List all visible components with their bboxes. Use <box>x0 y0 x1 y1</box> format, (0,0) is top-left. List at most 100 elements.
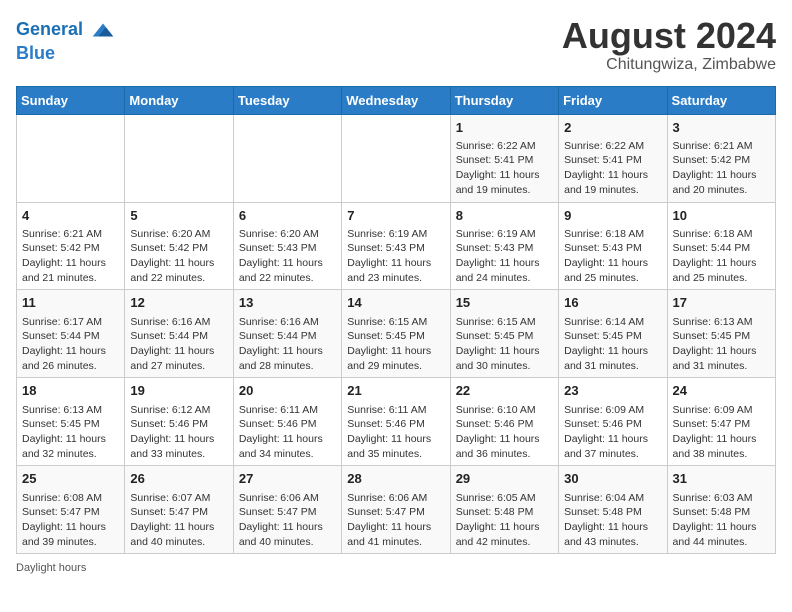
day-cell: 17 Sunrise: 6:13 AM Sunset: 5:45 PM Dayli… <box>667 290 775 378</box>
day-number: 8 <box>456 207 553 225</box>
day-cell: 5 Sunrise: 6:20 AM Sunset: 5:42 PM Daylig… <box>125 202 233 290</box>
day-number: 3 <box>673 119 770 137</box>
header-cell-friday: Friday <box>559 86 667 114</box>
day-cell: 27 Sunrise: 6:06 AM Sunset: 5:47 PM Dayli… <box>233 466 341 554</box>
day-number: 18 <box>22 382 119 400</box>
header-cell-tuesday: Tuesday <box>233 86 341 114</box>
day-cell: 25 Sunrise: 6:08 AM Sunset: 5:47 PM Dayli… <box>17 466 125 554</box>
day-info: Sunrise: 6:13 AM Sunset: 5:45 PM Dayligh… <box>673 315 770 374</box>
footer-text: Daylight hours <box>16 562 86 574</box>
day-number: 29 <box>456 470 553 488</box>
day-info: Sunrise: 6:09 AM Sunset: 5:47 PM Dayligh… <box>673 403 770 462</box>
week-row-1: 1 Sunrise: 6:22 AM Sunset: 5:41 PM Daylig… <box>17 114 776 202</box>
day-info: Sunrise: 6:13 AM Sunset: 5:45 PM Dayligh… <box>22 403 119 462</box>
day-info: Sunrise: 6:20 AM Sunset: 5:43 PM Dayligh… <box>239 227 336 286</box>
day-info: Sunrise: 6:21 AM Sunset: 5:42 PM Dayligh… <box>673 139 770 198</box>
week-row-4: 18 Sunrise: 6:13 AM Sunset: 5:45 PM Dayli… <box>17 378 776 466</box>
day-info: Sunrise: 6:09 AM Sunset: 5:46 PM Dayligh… <box>564 403 661 462</box>
day-info: Sunrise: 6:20 AM Sunset: 5:42 PM Dayligh… <box>130 227 227 286</box>
day-number: 21 <box>347 382 444 400</box>
day-number: 11 <box>22 294 119 312</box>
footer: Daylight hours <box>16 562 776 574</box>
day-cell <box>17 114 125 202</box>
day-cell <box>125 114 233 202</box>
day-info: Sunrise: 6:15 AM Sunset: 5:45 PM Dayligh… <box>347 315 444 374</box>
day-number: 12 <box>130 294 227 312</box>
day-info: Sunrise: 6:11 AM Sunset: 5:46 PM Dayligh… <box>239 403 336 462</box>
header-cell-thursday: Thursday <box>450 86 558 114</box>
day-cell: 1 Sunrise: 6:22 AM Sunset: 5:41 PM Daylig… <box>450 114 558 202</box>
day-info: Sunrise: 6:12 AM Sunset: 5:46 PM Dayligh… <box>130 403 227 462</box>
day-cell: 23 Sunrise: 6:09 AM Sunset: 5:46 PM Dayli… <box>559 378 667 466</box>
week-row-2: 4Sunrise: 6:21 AM Sunset: 5:42 PM Daylig… <box>17 202 776 290</box>
day-info: Sunrise: 6:16 AM Sunset: 5:44 PM Dayligh… <box>130 315 227 374</box>
day-info: Sunrise: 6:18 AM Sunset: 5:44 PM Dayligh… <box>673 227 770 286</box>
day-cell: 30 Sunrise: 6:04 AM Sunset: 5:48 PM Dayli… <box>559 466 667 554</box>
day-info: Sunrise: 6:22 AM Sunset: 5:41 PM Dayligh… <box>456 139 553 198</box>
day-info: Sunrise: 6:05 AM Sunset: 5:48 PM Dayligh… <box>456 491 553 550</box>
calendar-header: SundayMondayTuesdayWednesdayThursdayFrid… <box>17 86 776 114</box>
day-number: 23 <box>564 382 661 400</box>
header-cell-wednesday: Wednesday <box>342 86 450 114</box>
day-info: Sunrise: 6:03 AM Sunset: 5:48 PM Dayligh… <box>673 491 770 550</box>
day-info: Sunrise: 6:21 AM Sunset: 5:42 PM Dayligh… <box>22 227 119 286</box>
day-info: Sunrise: 6:06 AM Sunset: 5:47 PM Dayligh… <box>347 491 444 550</box>
day-number: 17 <box>673 294 770 312</box>
day-info: Sunrise: 6:18 AM Sunset: 5:43 PM Dayligh… <box>564 227 661 286</box>
day-info: Sunrise: 6:17 AM Sunset: 5:44 PM Dayligh… <box>22 315 119 374</box>
day-cell <box>342 114 450 202</box>
day-info: Sunrise: 6:11 AM Sunset: 5:46 PM Dayligh… <box>347 403 444 462</box>
day-cell: 16Sunrise: 6:14 AM Sunset: 5:45 PM Dayli… <box>559 290 667 378</box>
day-number: 5 <box>130 207 227 225</box>
title-block: August 2024 Chitungwiza, Zimbabwe <box>562 16 776 74</box>
logo: General Blue <box>16 16 117 64</box>
day-cell: 19Sunrise: 6:12 AM Sunset: 5:46 PM Dayli… <box>125 378 233 466</box>
day-number: 15 <box>456 294 553 312</box>
day-number: 27 <box>239 470 336 488</box>
day-info: Sunrise: 6:22 AM Sunset: 5:41 PM Dayligh… <box>564 139 661 198</box>
day-number: 26 <box>130 470 227 488</box>
day-cell: 9 Sunrise: 6:18 AM Sunset: 5:43 PM Daylig… <box>559 202 667 290</box>
day-cell: 7Sunrise: 6:19 AM Sunset: 5:43 PM Daylig… <box>342 202 450 290</box>
day-number: 1 <box>456 119 553 137</box>
calendar-table: SundayMondayTuesdayWednesdayThursdayFrid… <box>16 86 776 555</box>
day-number: 22 <box>456 382 553 400</box>
day-number: 20 <box>239 382 336 400</box>
calendar-body: 1 Sunrise: 6:22 AM Sunset: 5:41 PM Daylig… <box>17 114 776 554</box>
day-number: 25 <box>22 470 119 488</box>
header-row: SundayMondayTuesdayWednesdayThursdayFrid… <box>17 86 776 114</box>
day-cell: 11 Sunrise: 6:17 AM Sunset: 5:44 PM Dayli… <box>17 290 125 378</box>
day-number: 7 <box>347 207 444 225</box>
day-number: 10 <box>673 207 770 225</box>
day-info: Sunrise: 6:10 AM Sunset: 5:46 PM Dayligh… <box>456 403 553 462</box>
logo-icon <box>89 16 117 44</box>
page-header: General Blue August 2024 Chitungwiza, Zi… <box>16 16 776 74</box>
day-cell <box>233 114 341 202</box>
day-number: 9 <box>564 207 661 225</box>
day-cell: 4Sunrise: 6:21 AM Sunset: 5:42 PM Daylig… <box>17 202 125 290</box>
day-cell: 29 Sunrise: 6:05 AM Sunset: 5:48 PM Dayli… <box>450 466 558 554</box>
day-info: Sunrise: 6:08 AM Sunset: 5:47 PM Dayligh… <box>22 491 119 550</box>
day-number: 16 <box>564 294 661 312</box>
day-info: Sunrise: 6:06 AM Sunset: 5:47 PM Dayligh… <box>239 491 336 550</box>
day-cell: 15 Sunrise: 6:15 AM Sunset: 5:45 PM Dayli… <box>450 290 558 378</box>
week-row-5: 25 Sunrise: 6:08 AM Sunset: 5:47 PM Dayli… <box>17 466 776 554</box>
day-number: 28 <box>347 470 444 488</box>
header-cell-sunday: Sunday <box>17 86 125 114</box>
day-cell: 3 Sunrise: 6:21 AM Sunset: 5:42 PM Daylig… <box>667 114 775 202</box>
week-row-3: 11 Sunrise: 6:17 AM Sunset: 5:44 PM Dayli… <box>17 290 776 378</box>
day-info: Sunrise: 6:15 AM Sunset: 5:45 PM Dayligh… <box>456 315 553 374</box>
header-cell-monday: Monday <box>125 86 233 114</box>
logo-text: General <box>16 20 83 40</box>
day-cell: 14Sunrise: 6:15 AM Sunset: 5:45 PM Dayli… <box>342 290 450 378</box>
day-cell: 6Sunrise: 6:20 AM Sunset: 5:43 PM Daylig… <box>233 202 341 290</box>
day-number: 24 <box>673 382 770 400</box>
day-number: 2 <box>564 119 661 137</box>
logo-blue: Blue <box>16 44 117 64</box>
day-cell: 31Sunrise: 6:03 AM Sunset: 5:48 PM Dayli… <box>667 466 775 554</box>
day-info: Sunrise: 6:16 AM Sunset: 5:44 PM Dayligh… <box>239 315 336 374</box>
day-number: 30 <box>564 470 661 488</box>
day-number: 13 <box>239 294 336 312</box>
day-cell: 21 Sunrise: 6:11 AM Sunset: 5:46 PM Dayli… <box>342 378 450 466</box>
day-info: Sunrise: 6:04 AM Sunset: 5:48 PM Dayligh… <box>564 491 661 550</box>
